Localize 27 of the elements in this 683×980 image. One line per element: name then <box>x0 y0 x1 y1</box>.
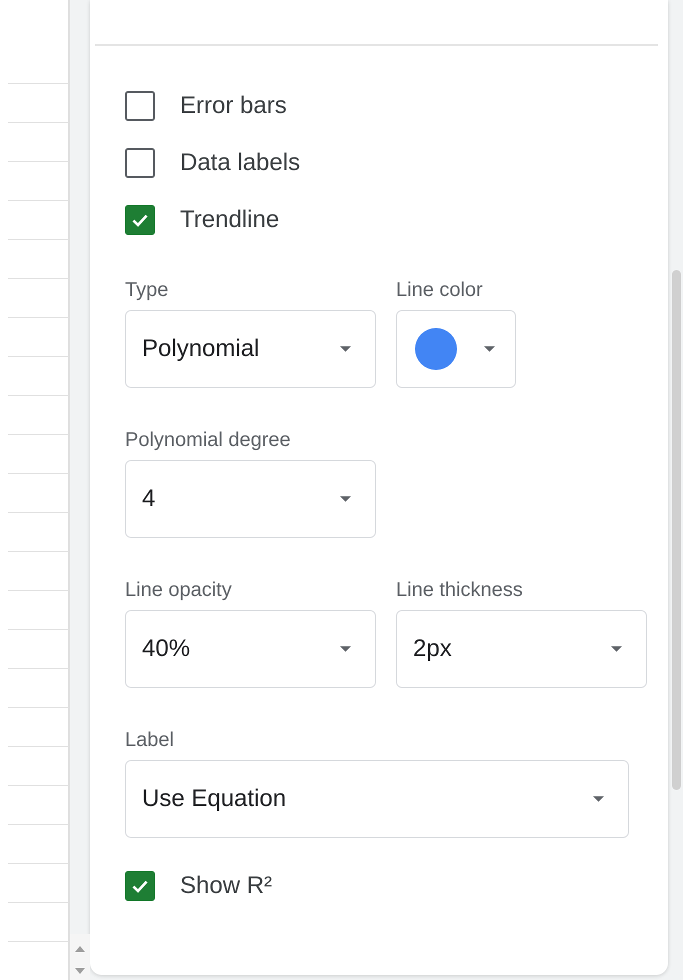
dropdown[interactable]: 4 <box>125 460 376 538</box>
checkbox[interactable] <box>125 91 155 121</box>
caret-icon <box>340 646 351 652</box>
field-label: Polynomial degree <box>125 428 292 452</box>
dropdown[interactable]: Polynomial <box>125 310 376 388</box>
checkbox-label: Show R² <box>180 872 272 900</box>
color-dropdown[interactable] <box>396 310 516 388</box>
checkbox-label: Error bars <box>180 92 287 120</box>
caret-icon <box>340 496 351 502</box>
caret-icon <box>484 346 495 352</box>
caret-icon <box>593 796 604 802</box>
checkbox[interactable] <box>125 205 155 235</box>
caret-icon <box>611 646 622 652</box>
checkbox[interactable] <box>125 871 155 901</box>
checkbox-label: Data labels <box>180 149 300 177</box>
dropdown[interactable]: 40% <box>125 610 376 688</box>
scrollbar-thumb[interactable] <box>672 270 681 790</box>
checkbox[interactable] <box>125 148 155 178</box>
field-label: Type <box>125 278 170 302</box>
field-label: Line color <box>396 278 484 302</box>
dropdown[interactable]: Use Equation <box>125 760 629 838</box>
dropdown[interactable]: 2px <box>396 610 647 688</box>
field-label: Label <box>125 728 175 752</box>
field-label: Line thickness <box>396 578 524 602</box>
field-label: Line opacity <box>125 578 233 602</box>
checkbox-label: Trendline <box>180 206 280 234</box>
caret-icon <box>340 346 351 352</box>
